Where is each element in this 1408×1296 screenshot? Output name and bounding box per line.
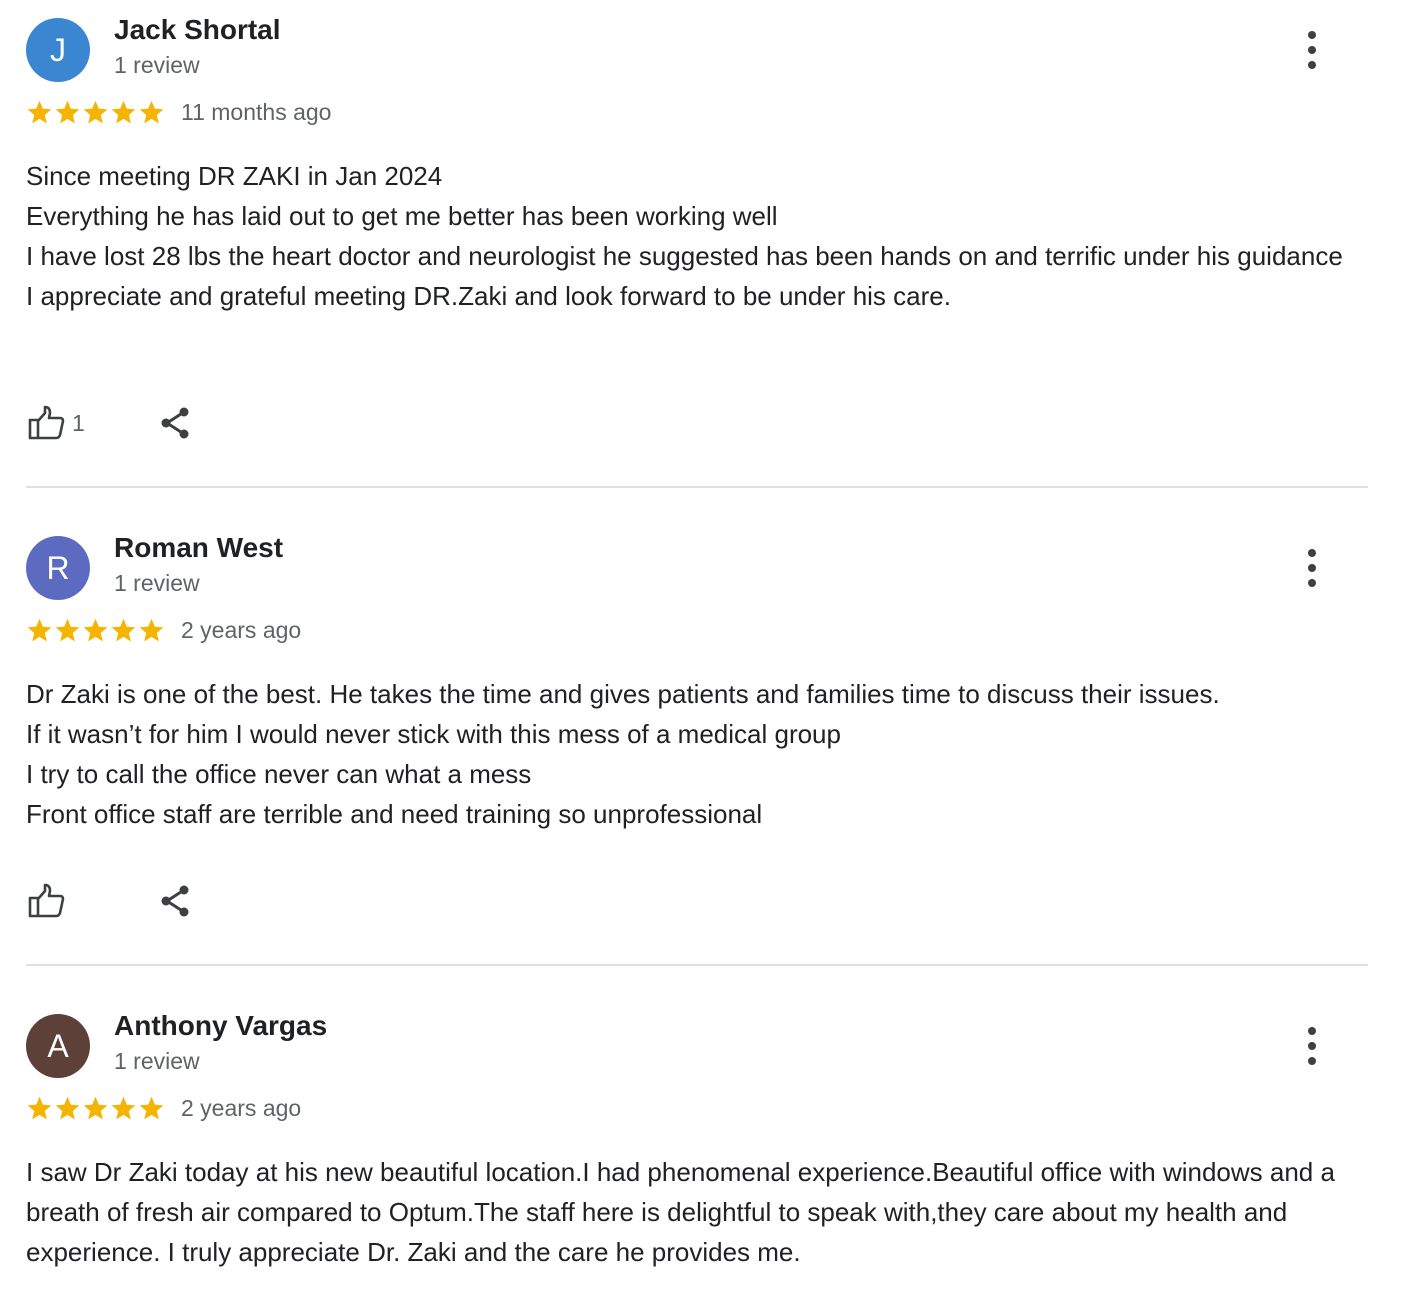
review-text-line: I saw Dr Zaki today at his new beautiful… bbox=[26, 1157, 1335, 1267]
star-icon bbox=[111, 100, 136, 123]
review-text-line: I have lost 28 lbs the heart doctor and … bbox=[26, 241, 1343, 271]
star-icon bbox=[55, 100, 80, 123]
star-icon bbox=[27, 100, 52, 123]
share-icon bbox=[161, 885, 189, 917]
share-icon bbox=[161, 407, 189, 439]
star-icon bbox=[139, 618, 164, 641]
share-button[interactable] bbox=[156, 403, 196, 443]
thumb-up-icon bbox=[28, 405, 65, 440]
review-text: Since meeting DR ZAKI in Jan 2024 Everyt… bbox=[26, 156, 1368, 316]
more-vertical-icon bbox=[1308, 549, 1316, 587]
star-icon bbox=[55, 618, 80, 641]
star-icon bbox=[83, 618, 108, 641]
more-vertical-icon bbox=[1308, 31, 1316, 69]
review-actions: 1 bbox=[26, 401, 196, 445]
rating-row: 11 months ago bbox=[26, 92, 331, 132]
star-rating bbox=[26, 1095, 165, 1122]
avatar[interactable]: A bbox=[26, 1014, 90, 1078]
review-text-line: If it wasn’t for him I would never stick… bbox=[26, 719, 841, 749]
review-time: 2 years ago bbox=[181, 1094, 302, 1121]
review-count: 1 review bbox=[114, 570, 200, 596]
review-time: 11 months ago bbox=[181, 98, 332, 125]
star-icon bbox=[83, 100, 108, 123]
more-options-button[interactable] bbox=[1292, 30, 1332, 70]
avatar[interactable]: J bbox=[26, 18, 90, 82]
review-text-line: Front office staff are terrible and need… bbox=[26, 799, 763, 829]
review-text-line: Dr Zaki is one of the best. He takes the… bbox=[26, 679, 1220, 709]
star-icon bbox=[139, 1096, 164, 1119]
more-options-button[interactable] bbox=[1292, 548, 1332, 588]
star-rating bbox=[26, 617, 165, 644]
avatar[interactable]: R bbox=[26, 536, 90, 600]
star-icon bbox=[139, 100, 164, 123]
thumb-up-icon bbox=[28, 883, 65, 918]
review-text-line: Everything he has laid out to get me bet… bbox=[26, 201, 778, 231]
reviewer-name[interactable]: Anthony Vargas bbox=[114, 1010, 327, 1042]
star-rating bbox=[26, 99, 165, 126]
like-count: 1 bbox=[72, 409, 85, 436]
star-icon bbox=[83, 1096, 108, 1119]
more-options-button[interactable] bbox=[1292, 1026, 1332, 1066]
like-button[interactable]: 1 bbox=[26, 403, 156, 443]
reviewer-name[interactable]: Roman West bbox=[114, 532, 283, 564]
star-icon bbox=[111, 618, 136, 641]
divider bbox=[26, 964, 1368, 966]
divider bbox=[26, 486, 1368, 488]
reviewer-name[interactable]: Jack Shortal bbox=[114, 14, 281, 46]
star-icon bbox=[111, 1096, 136, 1119]
review-time: 2 years ago bbox=[181, 616, 302, 643]
review-count: 1 review bbox=[114, 1048, 200, 1074]
rating-row: 2 years ago bbox=[26, 1088, 301, 1128]
more-vertical-icon bbox=[1308, 1027, 1316, 1065]
review-text-line: I appreciate and grateful meeting DR.Zak… bbox=[26, 281, 951, 311]
review-text: Dr Zaki is one of the best. He takes the… bbox=[26, 674, 1368, 834]
review-actions bbox=[26, 879, 196, 923]
review-count: 1 review bbox=[114, 52, 200, 78]
star-icon bbox=[27, 618, 52, 641]
star-icon bbox=[55, 1096, 80, 1119]
review-text: I saw Dr Zaki today at his new beautiful… bbox=[26, 1152, 1368, 1272]
review-text-line: I try to call the office never can what … bbox=[26, 759, 532, 789]
review-text-line: Since meeting DR ZAKI in Jan 2024 bbox=[26, 161, 443, 191]
star-icon bbox=[27, 1096, 52, 1119]
share-button[interactable] bbox=[156, 881, 196, 921]
like-button[interactable] bbox=[26, 881, 156, 921]
rating-row: 2 years ago bbox=[26, 610, 301, 650]
